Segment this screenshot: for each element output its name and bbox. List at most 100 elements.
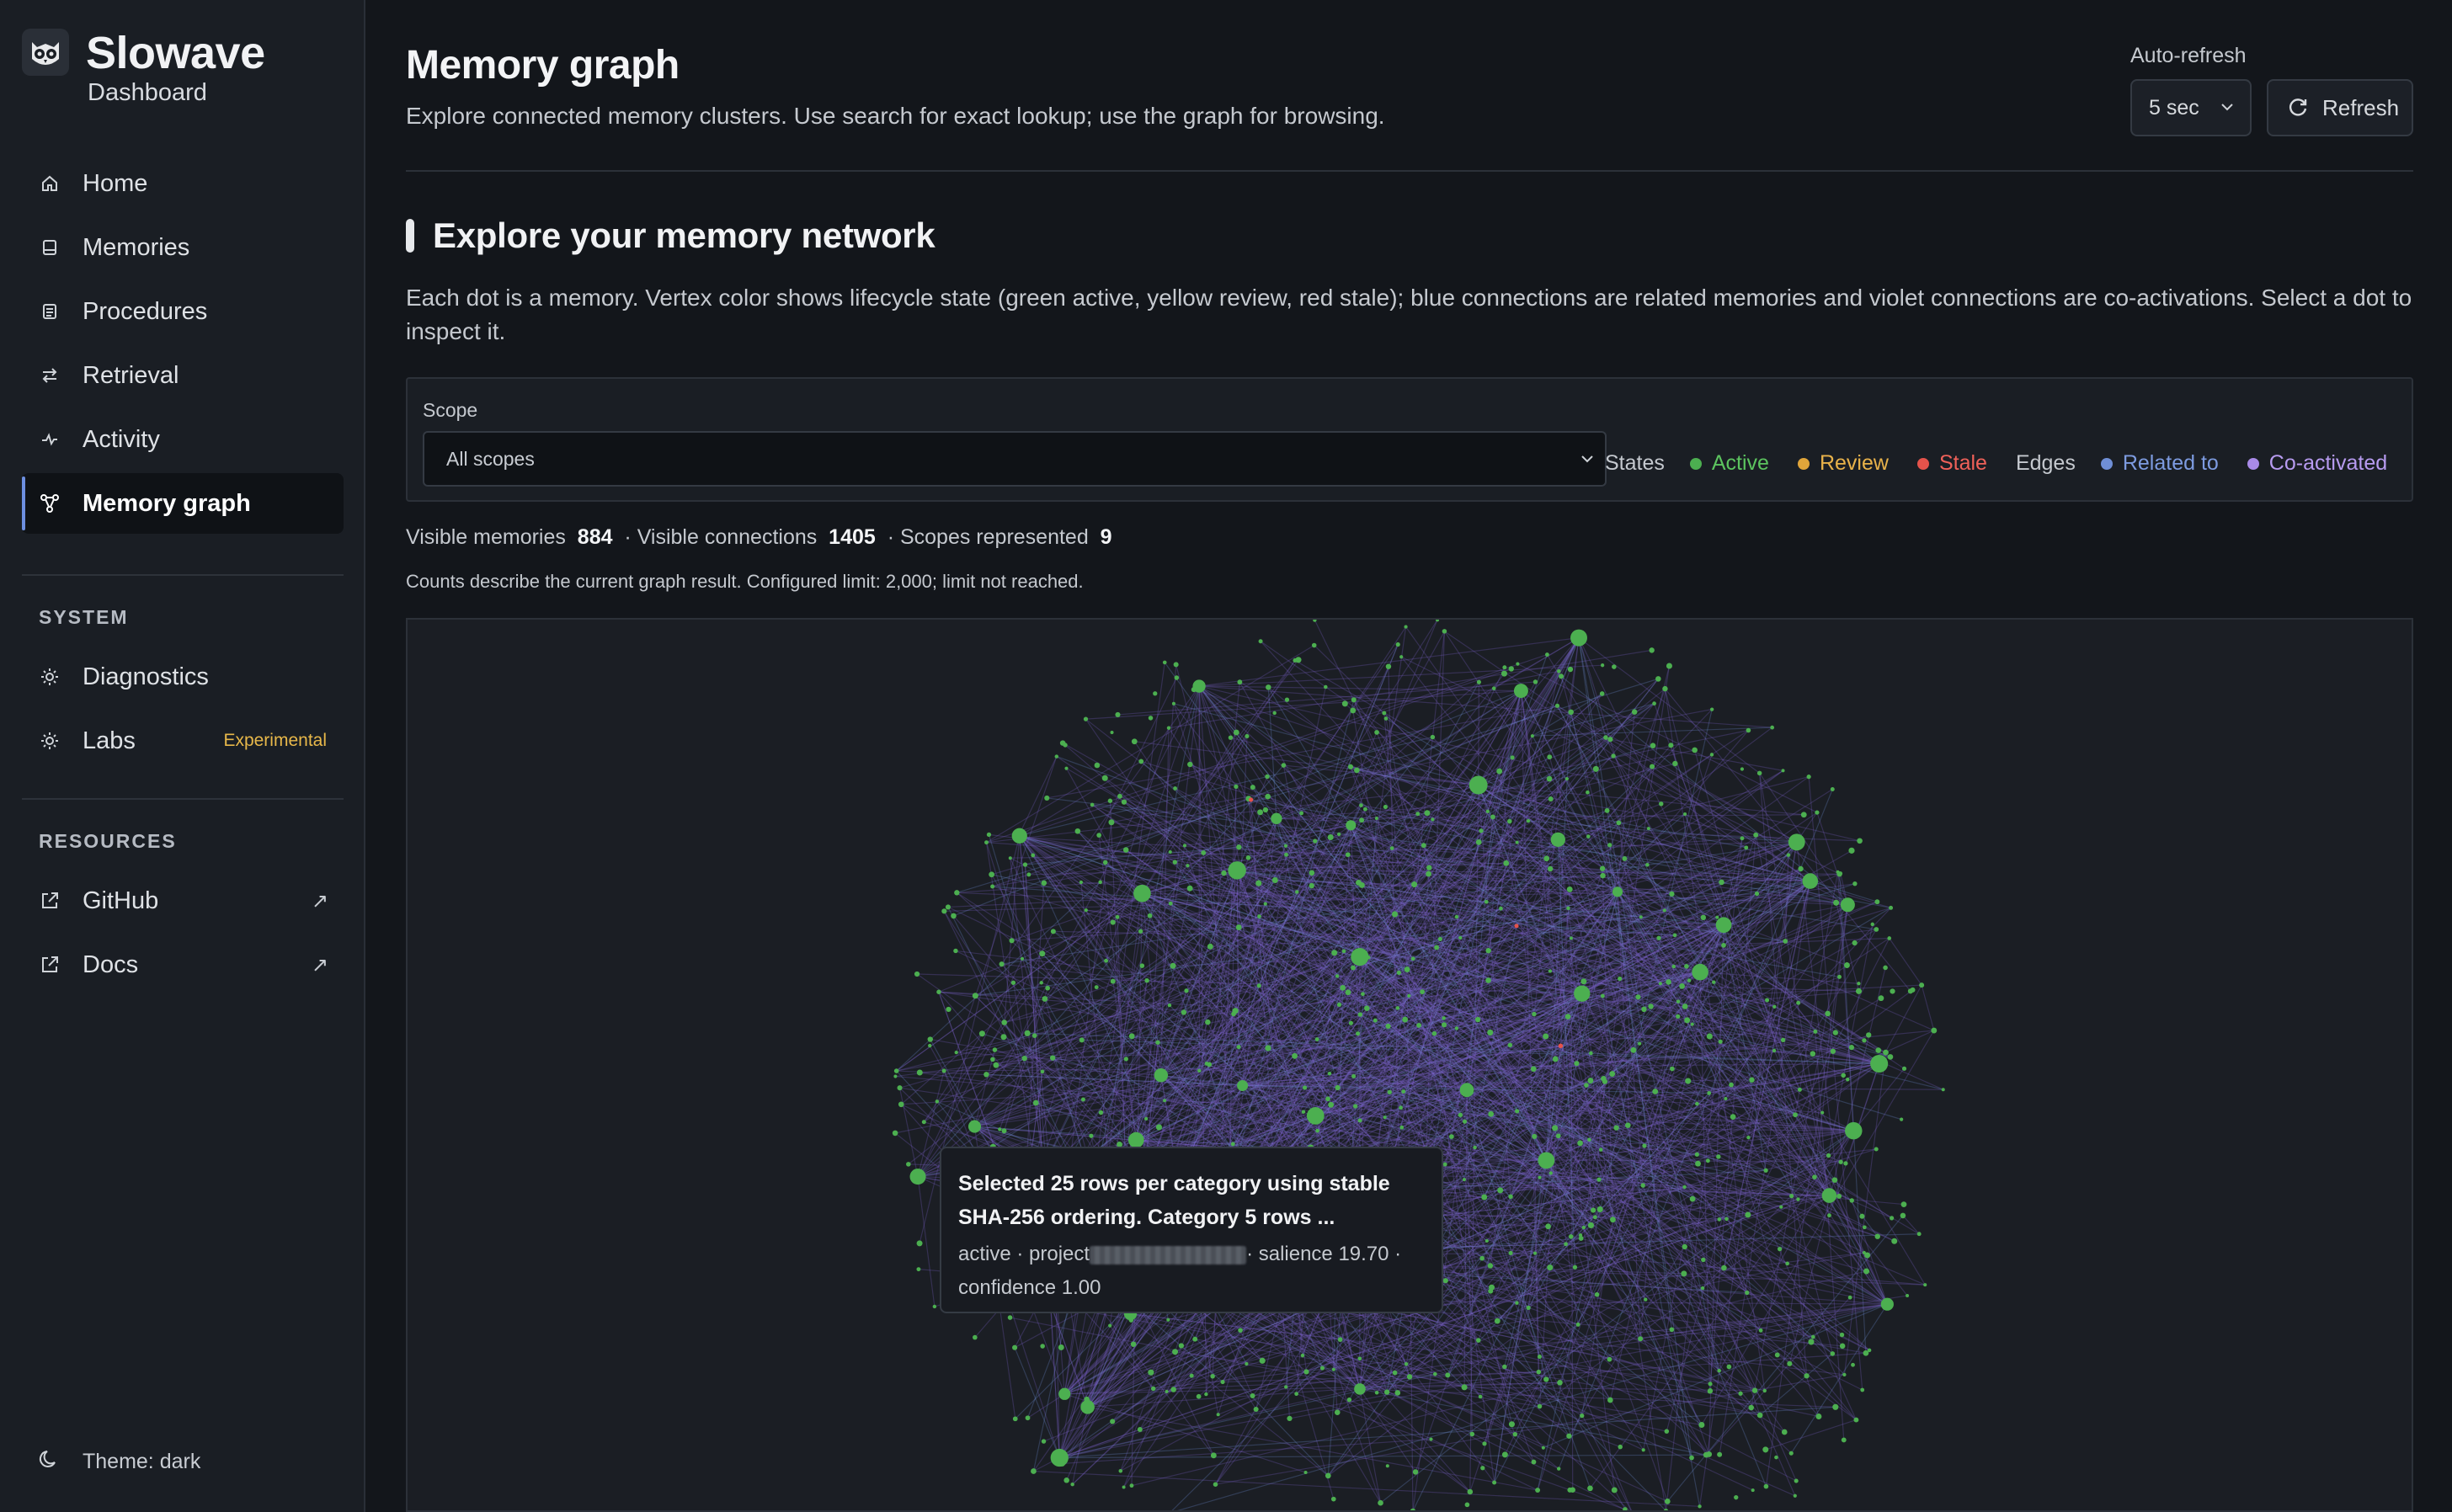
memory-node[interactable] [1574,985,1591,1002]
memory-node[interactable] [1294,890,1299,894]
memory-node[interactable] [1341,949,1346,954]
memory-node[interactable] [1083,716,1089,721]
memory-node[interactable] [1586,790,1590,795]
memory-node[interactable] [1412,1469,1419,1475]
memory-node[interactable] [1020,956,1025,961]
memory-node[interactable] [1258,639,1263,644]
memory-node[interactable] [1266,684,1271,690]
memory-node[interactable] [1568,1234,1574,1239]
memory-node[interactable] [1587,1485,1593,1492]
memory-node[interactable] [1857,838,1863,844]
memory-node[interactable] [1671,964,1676,969]
memory-node[interactable] [1830,1351,1836,1356]
memory-node[interactable] [1197,1068,1202,1073]
memory-node[interactable] [1796,1000,1801,1005]
memory-node[interactable] [1726,1364,1732,1370]
memory-node[interactable] [1772,1048,1777,1053]
memory-node[interactable] [1407,993,1411,998]
memory-node[interactable] [1649,647,1655,653]
memory-node[interactable] [1587,1137,1591,1142]
nav-item-memory-graph[interactable]: Memory graph [22,473,344,534]
memory-node[interactable] [1507,1042,1513,1048]
memory-node[interactable] [1738,1391,1743,1396]
memory-node[interactable] [1669,891,1675,897]
memory-node[interactable] [1122,1485,1126,1489]
memory-node[interactable] [1707,1388,1713,1394]
memory-node[interactable] [1108,819,1115,826]
memory-node[interactable] [1494,1318,1501,1324]
memory-node[interactable] [1391,911,1399,918]
memory-node[interactable] [1508,666,1514,672]
memory-node[interactable] [1821,1188,1837,1203]
memory-node[interactable] [1689,1455,1694,1461]
memory-node[interactable] [1015,834,1021,840]
memory-node[interactable] [1008,856,1012,860]
memory-node[interactable] [990,884,995,889]
memory-node[interactable] [1870,1054,1889,1073]
memory-node[interactable] [1230,1142,1235,1147]
memory-node[interactable] [1574,1061,1580,1067]
memory-node[interactable] [1532,679,1538,684]
memory-node[interactable] [1351,948,1369,966]
memory-node[interactable] [1080,1399,1095,1414]
memory-node[interactable] [1459,1083,1474,1098]
memory-node[interactable] [1607,737,1613,743]
memory-node[interactable] [936,989,941,994]
memory-node[interactable] [1526,1305,1531,1310]
memory-node[interactable] [1138,759,1144,764]
memory-node[interactable] [1096,833,1101,838]
memory-node[interactable] [1566,1433,1572,1439]
memory-node[interactable] [1144,978,1149,983]
memory-node[interactable] [1110,1419,1116,1424]
memory-node[interactable] [1839,1343,1846,1350]
memory-node[interactable] [1874,927,1879,932]
memory-node[interactable] [1796,1197,1800,1201]
memory-node[interactable] [1604,807,1610,813]
memory-node[interactable] [945,904,951,910]
memory-node[interactable] [1596,1177,1602,1182]
memory-node[interactable] [1385,1464,1389,1468]
memory-node[interactable] [1155,1124,1163,1131]
memory-node[interactable] [1751,1387,1758,1393]
memory-node[interactable] [1021,1055,1027,1062]
memory-node[interactable] [1786,853,1791,857]
memory-node[interactable] [1424,810,1431,817]
memory-node[interactable] [1481,1194,1488,1201]
memory-node[interactable] [941,1068,946,1073]
memory-node[interactable] [1508,1421,1515,1428]
memory-node[interactable] [1458,935,1463,940]
memory-node[interactable] [1547,1264,1554,1271]
memory-node[interactable] [1462,1178,1466,1182]
memory-node[interactable] [967,1120,982,1133]
memory-node[interactable] [1806,775,1811,780]
memory-node[interactable] [1862,1038,1867,1043]
memory-node[interactable] [1147,913,1153,918]
memory-node[interactable] [1245,733,1250,739]
memory-node[interactable] [1843,1161,1848,1166]
memory-node[interactable] [1487,1029,1494,1036]
memory-node[interactable] [1552,1056,1559,1062]
memory-node[interactable] [1709,707,1714,711]
memory-node[interactable] [1174,675,1180,680]
memory-node[interactable] [946,1006,951,1013]
memory-node[interactable] [1429,1437,1433,1441]
memory-node[interactable] [1402,1016,1409,1023]
memory-node[interactable] [1878,995,1884,1002]
memory-node[interactable] [1676,1014,1681,1019]
memory-node[interactable] [1607,1356,1612,1362]
memory-node[interactable] [1186,885,1193,892]
memory-node[interactable] [1415,812,1421,817]
memory-node[interactable] [1090,802,1095,807]
memory-node[interactable] [1479,828,1484,833]
memory-node[interactable] [1502,1364,1507,1370]
memory-node[interactable] [1204,1062,1209,1066]
memory-node[interactable] [1570,629,1587,647]
memory-node[interactable] [1890,988,1895,994]
memory-node[interactable] [1648,1004,1654,1009]
memory-node[interactable] [1410,1508,1415,1512]
memory-node[interactable] [1833,899,1840,906]
memory-node[interactable] [1166,1318,1170,1322]
memory-node[interactable] [1530,1066,1537,1073]
memory-node[interactable] [1362,807,1367,812]
memory-node[interactable] [898,1101,904,1108]
